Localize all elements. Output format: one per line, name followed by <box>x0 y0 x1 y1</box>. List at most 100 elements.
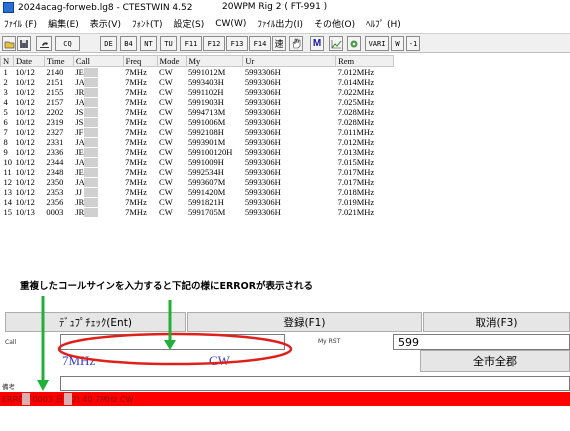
table-row[interactable]: 6 10/12 2319 JS 7MHz CW 5991006M 5993306H 7.028M… <box>1 117 394 127</box>
col-time[interactable]: Time <box>43 55 74 67</box>
remarks-label: 備考 <box>2 383 15 391</box>
chart-icon[interactable] <box>329 36 343 51</box>
col-mode[interactable]: Mode <box>156 55 187 67</box>
table-row[interactable]: 8 10/12 2331 JA 7MHz CW 5993901M 5993306H 7.012M… <box>1 137 394 147</box>
cell-ur: 5993306H <box>244 167 281 177</box>
my-rst-input[interactable] <box>393 334 570 350</box>
cell-n: 8 <box>3 137 8 147</box>
col-my[interactable]: My <box>185 55 244 67</box>
table-row[interactable]: 12 10/12 2350 JA 7MHz CW 5993607M 5993306H 7.017… <box>1 177 394 187</box>
menu-file[interactable]: ﾌｧｲﾙ (F) <box>4 17 37 30</box>
vari-button[interactable]: VARI <box>365 36 389 51</box>
cell-call: JA <box>73 137 123 147</box>
redacted-mark <box>64 393 72 405</box>
cell-rem: 7.012MHz <box>337 67 375 77</box>
nt-button[interactable]: NT <box>140 36 157 51</box>
cell-freq: 7MHz <box>125 97 147 107</box>
table-row[interactable]: 15 10/13 0003 JR 7MHz CW 5991705M 5993306H 7.021… <box>1 207 394 217</box>
f14-button[interactable]: F14 <box>249 36 271 51</box>
cell-rem: 7.012MHz <box>337 137 375 147</box>
f13-button[interactable]: F13 <box>226 36 248 51</box>
cell-mode: CW <box>159 77 173 87</box>
cell-freq: 7MHz <box>125 107 147 117</box>
cell-n: 2 <box>3 77 8 87</box>
cell-date: 10/12 <box>15 157 35 167</box>
open-folder-icon[interactable] <box>2 36 16 51</box>
table-row[interactable]: 9 10/12 2336 JE 7MHz CW 599100120H 5993306H 7.01… <box>1 147 394 157</box>
f12-button[interactable]: F12 <box>203 36 225 51</box>
undo-icon[interactable] <box>36 36 52 51</box>
speed-button[interactable]: 速 <box>272 36 286 51</box>
register-button[interactable]: 登録(F1) <box>187 312 422 332</box>
menu-view[interactable]: 表示(V) <box>90 17 121 30</box>
b4-button[interactable]: B4 <box>120 36 137 51</box>
table-row[interactable]: 7 10/12 2327 JF 7MHz CW 5992108H 5993306H 7.011M… <box>1 127 394 137</box>
menu-font[interactable]: ﾌｫﾝﾄ(T) <box>132 17 163 30</box>
cell-ur: 5993306H <box>244 187 281 197</box>
error-status-bar: ERROR 0003 日(12) 40 7MHz CW <box>0 392 570 406</box>
menu-edit[interactable]: 編集(E) <box>48 17 79 30</box>
menu-other[interactable]: その他(O) <box>314 17 355 30</box>
cell-date: 10/12 <box>15 197 35 207</box>
city-county-button[interactable]: 全市全郡 <box>420 350 570 372</box>
menu-cw[interactable]: CW(W) <box>215 19 246 29</box>
cell-my: 5991012M <box>188 67 226 77</box>
redacted-mark <box>22 393 30 405</box>
cell-ur: 5993306H <box>244 157 281 167</box>
cell-time: 2336 <box>46 147 64 157</box>
hand-icon[interactable] <box>289 36 303 51</box>
cell-freq: 7MHz <box>125 157 147 167</box>
tu-button[interactable]: TU <box>160 36 177 51</box>
table-row[interactable]: 13 10/12 2353 JJ 7MHz CW 5991420M 5993306H 7.018… <box>1 187 394 197</box>
call-input[interactable] <box>60 334 285 350</box>
cell-mode: CW <box>159 87 173 97</box>
table-row[interactable]: 1 10/12 2140 JE 7MHz CW 5991012M 5993306H 7.012M… <box>1 67 394 77</box>
table-row[interactable]: 5 10/12 2202 JS 7MHz CW 5994713M 5993306H 7.028M… <box>1 107 394 117</box>
remarks-input[interactable] <box>60 376 570 391</box>
w-button[interactable]: W <box>391 36 404 51</box>
menu-settings[interactable]: 設定(S) <box>174 17 205 30</box>
cell-ur: 5993306H <box>244 147 281 157</box>
cell-mode: CW <box>159 97 173 107</box>
menu-file-output[interactable]: ﾌｧｲﾙ出力(I) <box>257 17 303 30</box>
cell-freq: 7MHz <box>125 87 147 97</box>
table-row[interactable]: 4 10/12 2157 JA 7MHz CW 5991903H 5993306H 7.025M… <box>1 97 394 107</box>
save-icon[interactable] <box>17 36 31 51</box>
cell-time: 2157 <box>46 97 64 107</box>
menu-help[interactable]: ﾍﾙﾌﾟ (H) <box>366 17 401 30</box>
f11-button[interactable]: F11 <box>180 36 202 51</box>
cell-freq: 7MHz <box>125 117 147 127</box>
cell-my: 5993403H <box>188 77 224 87</box>
col-ur[interactable]: Ur <box>242 55 337 67</box>
table-row[interactable]: 10 10/12 2344 JA 7MHz CW 5991009H 5993306H 7.015… <box>1 157 394 167</box>
table-row[interactable]: 11 10/12 2348 JE 7MHz CW 5992534H 5993306H 7.017… <box>1 167 394 177</box>
cell-rem: 7.017MHz <box>337 177 375 187</box>
gear-icon[interactable] <box>347 36 361 51</box>
table-row[interactable]: 3 10/12 2155 JR 7MHz CW 5991102H 5993306H 7.022M… <box>1 87 394 97</box>
table-row[interactable]: 14 10/12 2356 JR 7MHz CW 5991821H 5993306H 7.019… <box>1 197 394 207</box>
cancel-button[interactable]: 取消(F3) <box>423 312 570 332</box>
table-header-row: N Date Time Call Freq Mode My Ur Rem <box>0 55 394 67</box>
table-row[interactable]: 2 10/12 2151 JA 7MHz CW 5993403H 5993306H 7.014M… <box>1 77 394 87</box>
cell-my: 5991903H <box>188 97 224 107</box>
cell-ur: 5993306H <box>244 177 281 187</box>
col-freq[interactable]: Freq <box>122 55 158 67</box>
cell-n: 4 <box>3 97 8 107</box>
de-button[interactable]: DE <box>100 36 117 51</box>
cq-button[interactable]: CQ <box>55 36 80 51</box>
m-button[interactable]: M <box>310 36 324 51</box>
redacted-callsign <box>84 68 99 77</box>
minus1-button[interactable]: -1 <box>406 36 420 51</box>
cell-call: JR <box>73 87 123 97</box>
col-rem[interactable]: Rem <box>335 55 394 67</box>
col-date[interactable]: Date <box>12 55 45 67</box>
cell-time: 2202 <box>46 107 64 117</box>
col-call[interactable]: Call <box>72 55 124 67</box>
col-n[interactable]: N <box>0 55 14 67</box>
cell-n: 15 <box>3 207 13 217</box>
cell-ur: 5993306H <box>244 127 281 137</box>
cell-ur: 5993306H <box>244 67 281 77</box>
cell-date: 10/12 <box>15 97 35 107</box>
dupe-check-button[interactable]: ﾃﾞｭﾌﾟﾁｪｯｸ(Ent) <box>5 312 186 332</box>
redacted-callsign <box>84 118 99 127</box>
